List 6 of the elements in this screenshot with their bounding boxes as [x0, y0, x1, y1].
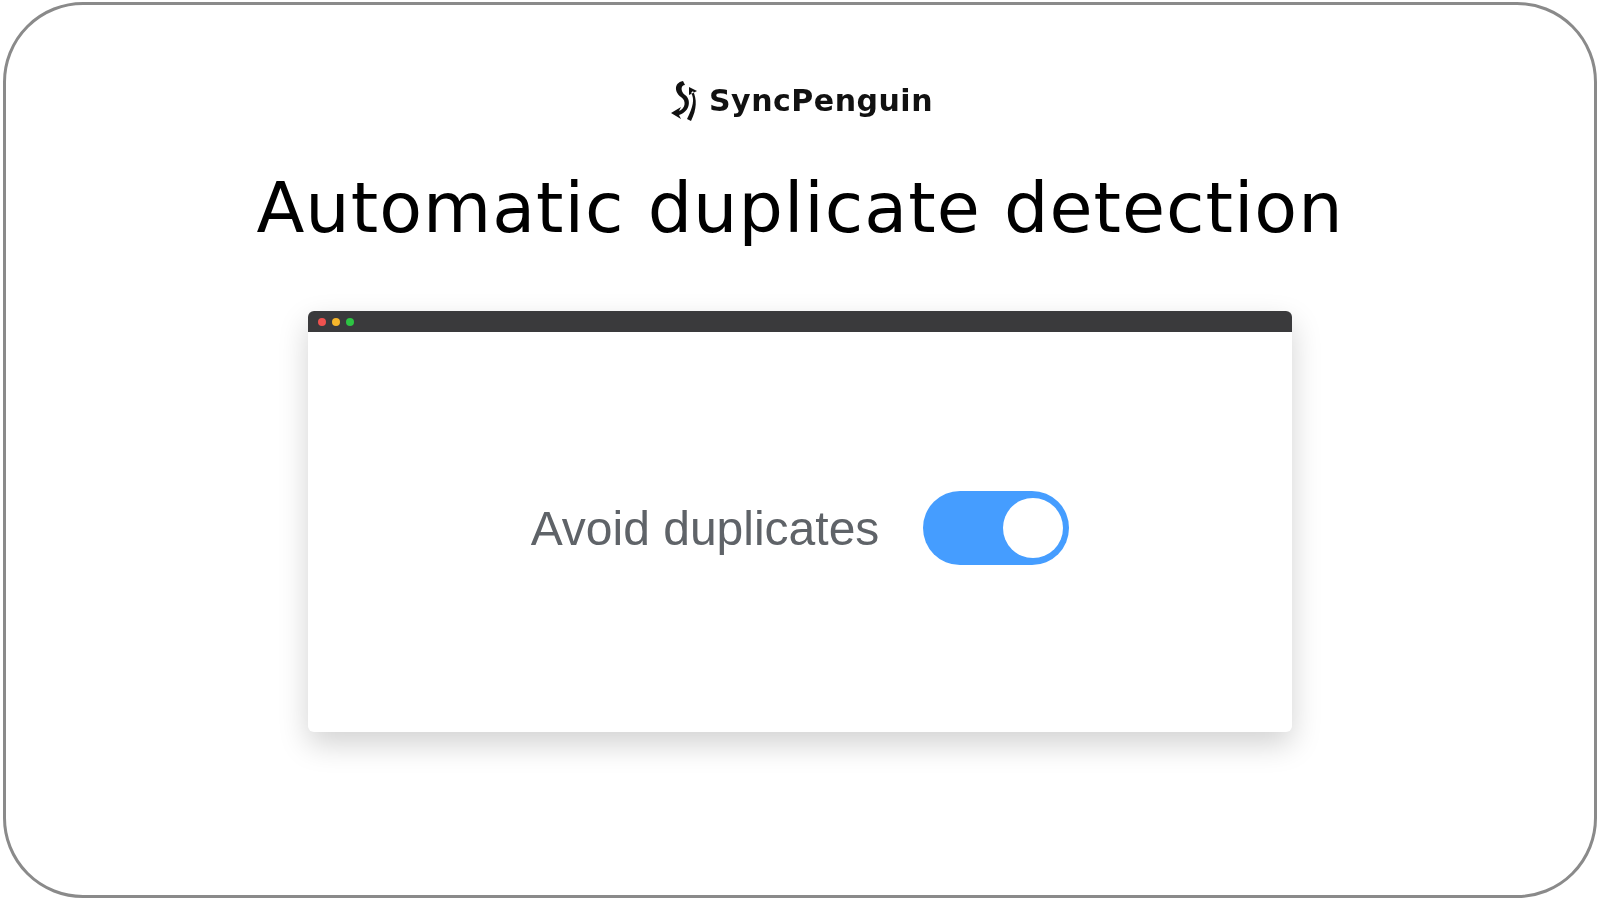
headline: Automatic duplicate detection — [256, 167, 1344, 249]
maximize-dot-icon[interactable] — [346, 317, 354, 326]
close-dot-icon[interactable] — [318, 317, 326, 326]
brand-name: SyncPenguin — [709, 82, 933, 118]
minimize-dot-icon[interactable] — [332, 317, 340, 326]
setting-label: Avoid duplicates — [530, 500, 880, 556]
